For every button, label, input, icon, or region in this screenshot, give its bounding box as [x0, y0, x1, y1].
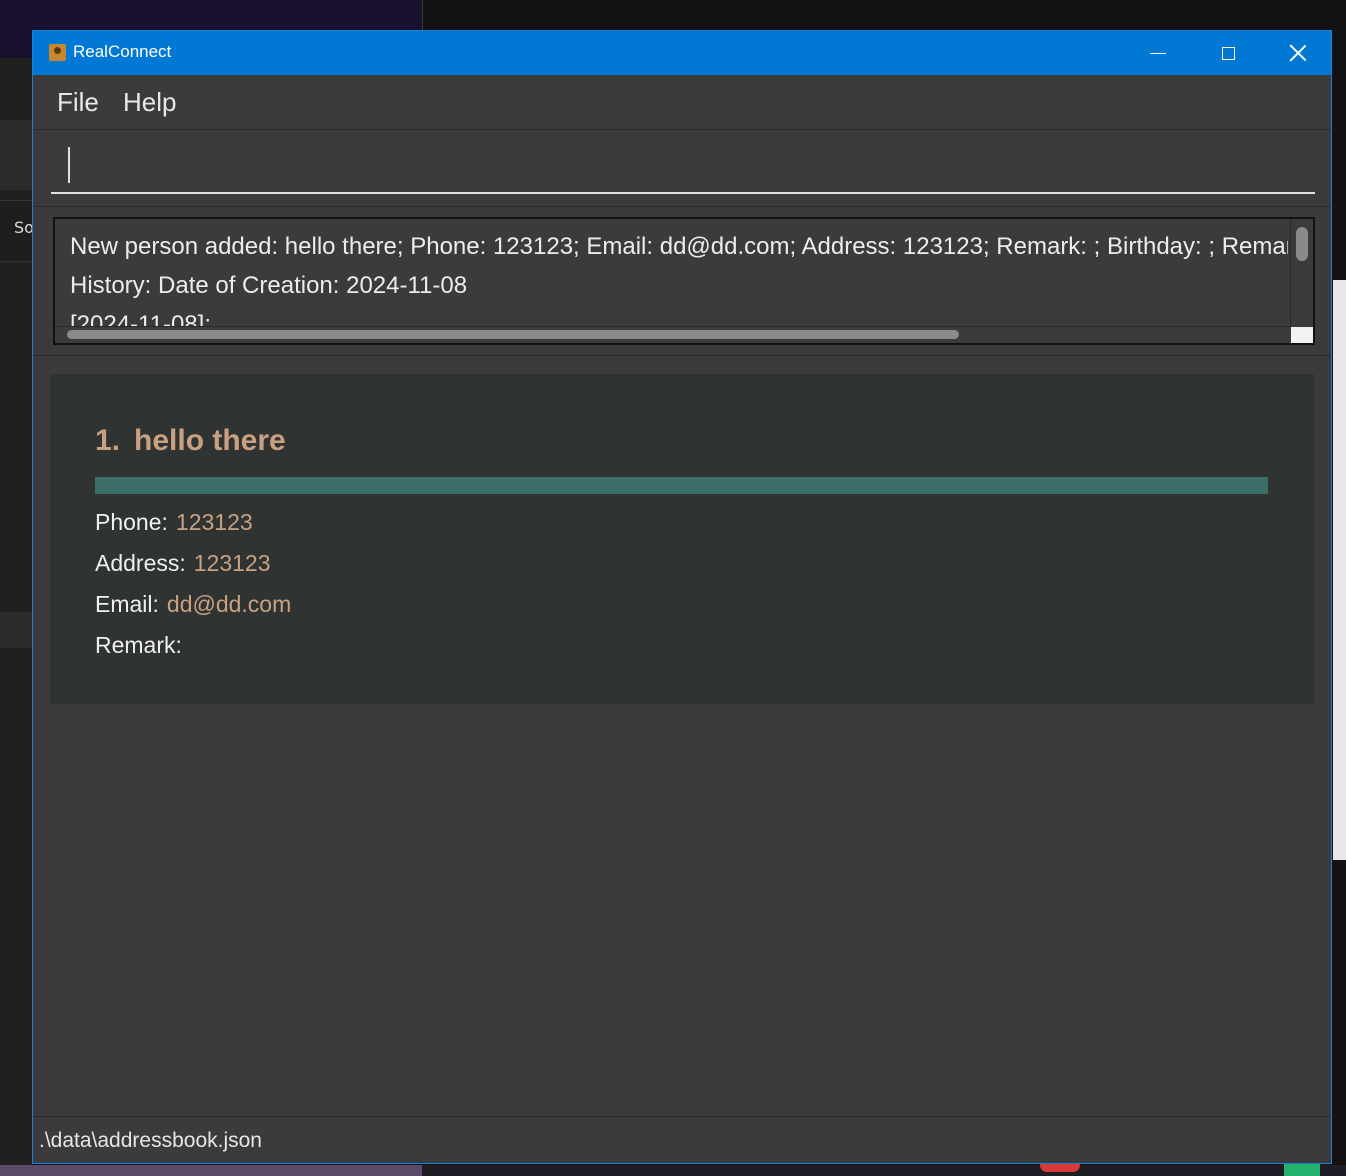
- menu-file[interactable]: File: [57, 87, 99, 118]
- vertical-scroll-thumb[interactable]: [1296, 227, 1308, 261]
- person-list: 1. hello there Phone: 123123 Address: 12312…: [33, 356, 1331, 1116]
- taskbar-segment: [0, 1165, 422, 1176]
- close-icon: [1289, 44, 1307, 62]
- minimize-button[interactable]: [1123, 31, 1193, 75]
- email-value: dd@dd.com: [166, 591, 292, 617]
- background-panel-strip: [0, 612, 33, 648]
- email-label: Email:: [95, 591, 159, 617]
- phone-value: 123123: [175, 509, 253, 535]
- background-panel-strip: [0, 120, 33, 190]
- person-name-heading: 1. hello there: [95, 424, 286, 458]
- remark-field: Remark:: [95, 632, 190, 659]
- phone-field: Phone: 123123: [95, 509, 253, 536]
- menu-help[interactable]: Help: [123, 87, 176, 118]
- maximize-icon: [1221, 46, 1235, 60]
- close-button[interactable]: [1263, 31, 1331, 75]
- menu-bar: File Help: [33, 75, 1331, 130]
- maximize-button[interactable]: [1193, 31, 1263, 75]
- window-title: RealConnect: [73, 42, 172, 61]
- minimize-icon: [1150, 52, 1166, 54]
- command-input[interactable]: [51, 142, 1315, 194]
- person-index: 1.: [95, 424, 121, 457]
- address-label: Address:: [95, 550, 186, 576]
- result-display[interactable]: New person added: hello there; Phone: 12…: [53, 217, 1315, 345]
- tag-bar: [95, 477, 1268, 494]
- result-line: [2024-11-08]:: [70, 311, 211, 327]
- horizontal-scrollbar[interactable]: [55, 326, 1291, 343]
- person-name: hello there: [134, 424, 286, 457]
- result-text: New person added: hello there; Phone: 12…: [70, 227, 1288, 327]
- title-bar[interactable]: RealConnect: [33, 31, 1331, 75]
- background-window-right: [1333, 280, 1346, 860]
- address-value: 123123: [193, 550, 271, 576]
- save-file-path: .\data\addressbook.json: [39, 1129, 262, 1152]
- text-caret: [68, 147, 70, 183]
- vertical-scrollbar[interactable]: [1290, 219, 1313, 327]
- status-bar: .\data\addressbook.json: [33, 1116, 1331, 1163]
- scrollbar-corner: [1291, 327, 1313, 343]
- address-field: Address: 123123: [95, 550, 271, 577]
- remark-label: Remark:: [95, 632, 182, 658]
- result-display-area: New person added: hello there; Phone: 12…: [33, 207, 1331, 356]
- horizontal-scroll-thumb[interactable]: [67, 330, 959, 339]
- result-line: History: Date of Creation: 2024-11-08: [70, 272, 468, 299]
- app-contacts-icon: [49, 44, 66, 61]
- app-window: RealConnect File Help New person added: …: [32, 30, 1332, 1164]
- result-line: New person added: hello there; Phone: 12…: [70, 233, 1288, 260]
- command-area: [33, 130, 1331, 207]
- person-card[interactable]: 1. hello there Phone: 123123 Address: 12312…: [50, 374, 1314, 704]
- phone-label: Phone:: [95, 509, 168, 535]
- background-window-text: So: [14, 218, 34, 237]
- email-field: Email: dd@dd.com: [95, 591, 291, 618]
